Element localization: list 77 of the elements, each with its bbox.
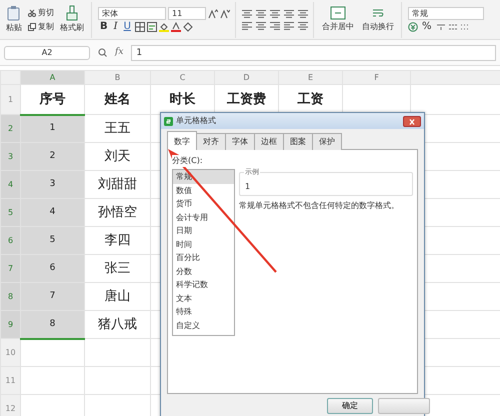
format-description: 常规单元格格式不包含任何特定的数字格式。	[239, 200, 400, 212]
table-cell: 李四	[84, 226, 150, 254]
align-center-icon[interactable]	[256, 20, 266, 30]
column-header[interactable]: C	[150, 70, 214, 84]
align-right-icon[interactable]	[270, 20, 280, 30]
table-cell: 1	[20, 114, 84, 142]
dialog-tab[interactable]: 数字	[167, 131, 197, 150]
dialog-tab[interactable]: 对齐	[196, 133, 226, 150]
column-header[interactable]: F	[342, 70, 410, 84]
copy-icon	[28, 22, 36, 30]
ok-button[interactable]: 确定	[327, 398, 373, 414]
cut-button[interactable]: 剪切	[28, 6, 54, 18]
merge-center-button[interactable]: 合并居中	[320, 6, 356, 33]
merge-cells-icon	[330, 6, 346, 20]
align-left-icon[interactable]	[242, 20, 252, 30]
scissors-icon	[28, 8, 36, 16]
category-label: 分类(C):	[172, 155, 203, 167]
dialog-tab[interactable]: 保护	[312, 133, 342, 150]
row-header[interactable]: 6	[0, 226, 20, 254]
font-size-field[interactable]: 11	[168, 7, 206, 20]
sample-value: 1	[245, 181, 252, 193]
table-cell: 张三	[84, 254, 150, 282]
formula-input[interactable]: 1	[131, 44, 496, 60]
row-header[interactable]: 9	[0, 310, 20, 338]
justify-icon[interactable]	[284, 20, 294, 30]
decrease-decimal-icon[interactable]	[460, 22, 470, 32]
border-icon[interactable]	[134, 22, 145, 32]
zoom-icon	[98, 48, 107, 57]
fx-label[interactable]: fx	[115, 46, 124, 60]
thousands-icon[interactable]	[436, 22, 446, 32]
row-header[interactable]: 8	[0, 282, 20, 310]
bold-button[interactable]: B	[98, 22, 110, 32]
close-icon	[408, 119, 416, 126]
underline-button[interactable]: U	[122, 22, 133, 32]
currency-icon[interactable]	[408, 22, 418, 32]
app-icon	[164, 116, 173, 126]
table-cell: 7	[20, 282, 84, 310]
number-format-field[interactable]: 常规	[408, 7, 484, 20]
table-style-icon[interactable]	[146, 22, 157, 32]
table-cell: 8	[20, 310, 84, 338]
column-title: 姓名	[84, 84, 150, 114]
table-cell: 刘天	[84, 142, 150, 170]
clipboard-icon	[6, 5, 22, 21]
table-cell: 2	[20, 142, 84, 170]
copy-button[interactable]: 复制	[28, 20, 54, 32]
table-cell: 唐山	[84, 282, 150, 310]
dialog-tab[interactable]: 字体	[225, 133, 255, 150]
italic-button[interactable]: I	[112, 22, 120, 32]
wrap-text-button[interactable]: 自动换行	[360, 6, 396, 33]
percent-button[interactable]: %	[420, 22, 434, 32]
table-cell: 猪八戒	[84, 310, 150, 338]
table-cell: 孙悟空	[84, 198, 150, 226]
paste-button[interactable]: 粘贴	[4, 5, 24, 34]
fill-bucket-icon[interactable]	[158, 22, 169, 32]
increase-decimal-icon[interactable]	[448, 22, 458, 32]
table-cell: 刘甜甜	[84, 170, 150, 198]
dialog-tab[interactable]: 图案	[283, 133, 313, 150]
column-header[interactable]: D	[214, 70, 278, 84]
name-box[interactable]: A2	[4, 46, 90, 60]
brush-icon	[65, 5, 79, 21]
font-color-icon[interactable]	[170, 22, 181, 32]
format-painter-button[interactable]: 格式刷	[58, 5, 86, 34]
table-cell: 4	[20, 198, 84, 226]
table-cell: 王五	[84, 114, 150, 142]
font-name-field[interactable]: 宋体	[98, 7, 166, 20]
table-cell: 3	[20, 170, 84, 198]
dialog-tab[interactable]: 边框	[254, 133, 284, 150]
column-header[interactable]: A	[20, 70, 84, 84]
table-cell: 6	[20, 254, 84, 282]
font-shrink-icon[interactable]	[220, 8, 230, 18]
row-header[interactable]: 4	[0, 170, 20, 198]
font-grow-icon[interactable]	[208, 8, 218, 18]
column-header[interactable]: E	[278, 70, 342, 84]
table-cell: 5	[20, 226, 84, 254]
dialog-title: 单元格格式	[176, 115, 216, 127]
close-button[interactable]	[403, 116, 421, 126]
column-header[interactable]: B	[84, 70, 150, 84]
